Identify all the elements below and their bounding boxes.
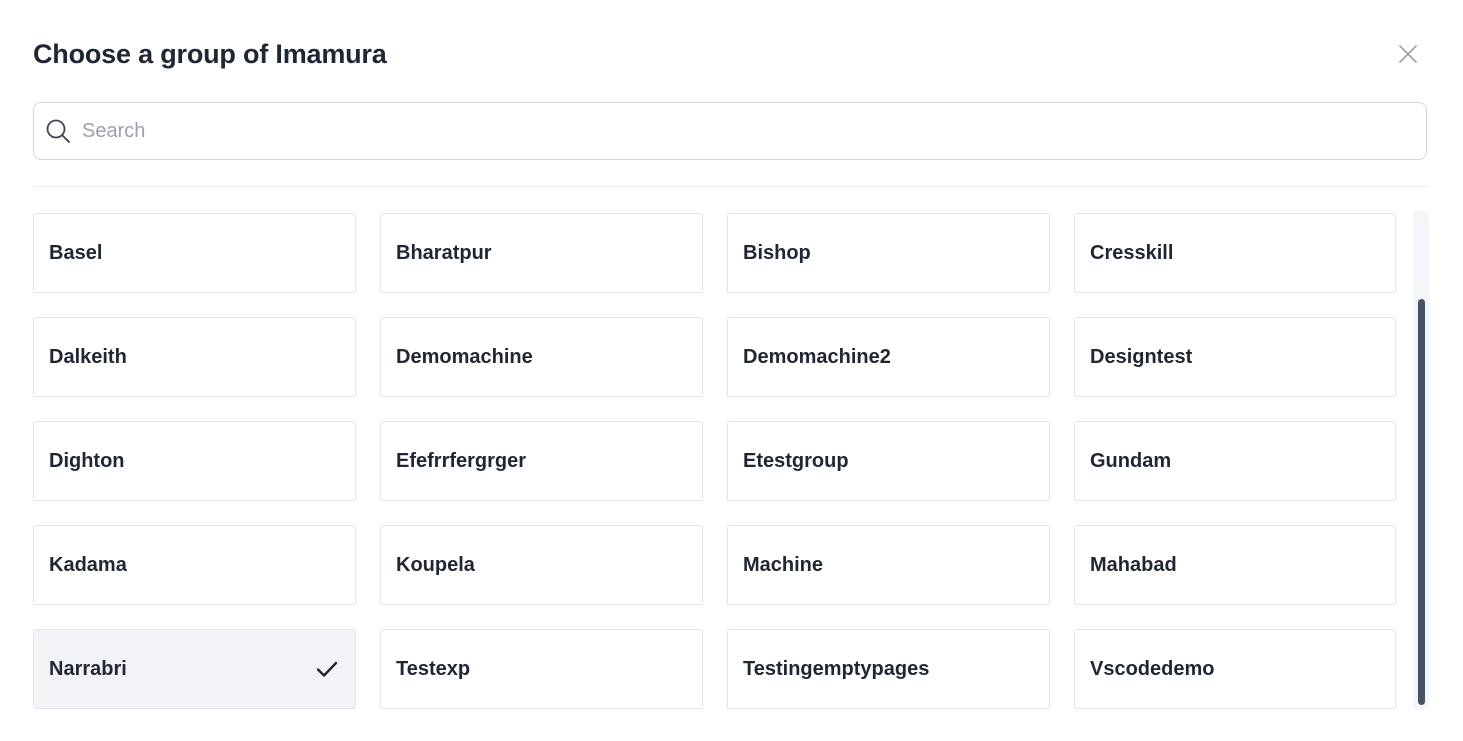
search-input[interactable] xyxy=(82,103,1426,159)
group-card-demomachine2[interactable]: Demomachine2 xyxy=(727,317,1050,397)
group-card-label: Machine xyxy=(743,553,824,576)
group-card-basel[interactable]: Basel xyxy=(33,213,356,293)
group-card-label: Dalkeith xyxy=(49,345,127,368)
group-card-mahabad[interactable]: Mahabad xyxy=(1074,525,1396,605)
group-grid: Basel Bharatpur Bishop Cresskill Dalkeith Dem… xyxy=(33,213,1396,709)
search-box[interactable] xyxy=(33,102,1427,160)
group-card-label: Designtest xyxy=(1090,345,1193,368)
group-card-label: Koupela xyxy=(396,553,475,576)
group-card-vscodedemo[interactable]: Vscodedemo xyxy=(1074,629,1396,709)
group-card-label: Gundam xyxy=(1090,449,1172,472)
group-card-label: Dighton xyxy=(49,449,125,472)
group-card-demomachine[interactable]: Demomachine xyxy=(380,317,703,397)
group-card-label: Efefrrfergrger xyxy=(396,449,527,472)
group-card-label: Basel xyxy=(49,241,103,264)
group-card-bishop[interactable]: Bishop xyxy=(727,213,1050,293)
close-icon xyxy=(1399,45,1417,63)
group-card-dighton[interactable]: Dighton xyxy=(33,421,356,501)
group-picker-dialog: Choose a group of Imamura Basel Bharatpur… xyxy=(0,0,1463,741)
group-card-label: Etestgroup xyxy=(743,449,849,472)
scrollbar-track[interactable] xyxy=(1413,211,1429,709)
group-card-label: Mahabad xyxy=(1090,553,1177,576)
group-card-machine[interactable]: Machine xyxy=(727,525,1050,605)
group-card-label: Kadama xyxy=(49,553,127,576)
scrollbar-thumb[interactable] xyxy=(1418,299,1425,705)
group-card-bharatpur[interactable]: Bharatpur xyxy=(380,213,703,293)
group-card-testexp[interactable]: Testexp xyxy=(380,629,703,709)
group-card-label: Testingemptypages xyxy=(743,657,930,680)
group-card-label: Testexp xyxy=(396,657,471,680)
group-card-label: Narrabri xyxy=(49,657,127,680)
group-card-designtest[interactable]: Designtest xyxy=(1074,317,1396,397)
group-card-label: Cresskill xyxy=(1090,241,1174,264)
group-card-kadama[interactable]: Kadama xyxy=(33,525,356,605)
group-card-narrabri[interactable]: Narrabri xyxy=(33,629,356,709)
group-card-dalkeith[interactable]: Dalkeith xyxy=(33,317,356,397)
group-card-gundam[interactable]: Gundam xyxy=(1074,421,1396,501)
divider xyxy=(33,186,1429,187)
group-card-label: Demomachine xyxy=(396,345,533,368)
group-card-etestgroup[interactable]: Etestgroup xyxy=(727,421,1050,501)
group-card-label: Bishop xyxy=(743,241,811,264)
group-card-koupela[interactable]: Koupela xyxy=(380,525,703,605)
search-icon xyxy=(44,117,72,145)
group-card-label: Bharatpur xyxy=(396,241,492,264)
dialog-title: Choose a group of Imamura xyxy=(33,39,387,69)
close-button[interactable] xyxy=(1394,40,1422,68)
group-card-testingemptypages[interactable]: Testingemptypages xyxy=(727,629,1050,709)
group-card-label: Vscodedemo xyxy=(1090,657,1215,680)
checkmark-icon xyxy=(314,656,340,682)
group-card-efefrrfergrger[interactable]: Efefrrfergrger xyxy=(380,421,703,501)
group-card-label: Demomachine2 xyxy=(743,345,891,368)
group-card-cresskill[interactable]: Cresskill xyxy=(1074,213,1396,293)
